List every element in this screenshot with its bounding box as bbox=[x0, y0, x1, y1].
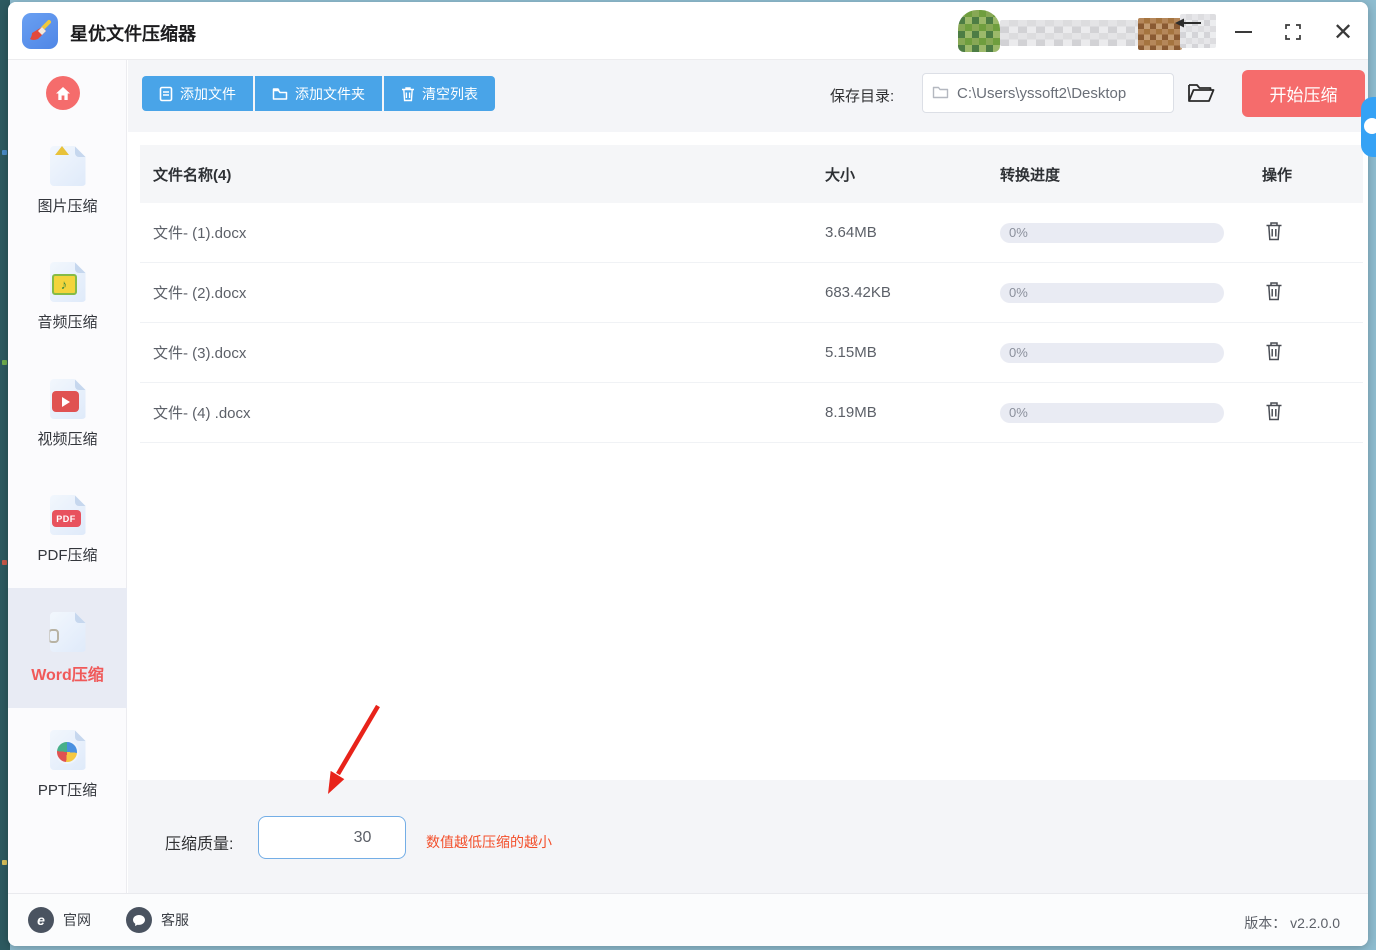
quality-hint: 数值越低压缩的越小 bbox=[426, 834, 552, 850]
header-action: 操作 bbox=[1262, 166, 1293, 184]
trash-icon bbox=[1266, 222, 1282, 241]
header-size: 大小 bbox=[825, 166, 856, 184]
file-name: 文件- (1).docx bbox=[153, 225, 247, 242]
quality-input[interactable] bbox=[259, 817, 405, 858]
user-avatar[interactable] bbox=[958, 10, 1000, 52]
audio-file-icon: ♪ bbox=[49, 262, 86, 302]
table-row: 文件- (1).docx 3.64MB 0% bbox=[140, 203, 1363, 263]
browser-e-icon: e bbox=[28, 907, 54, 933]
sidebar-item-label: 图片压缩 bbox=[37, 198, 98, 215]
file-name: 文件- (2).docx bbox=[153, 285, 247, 302]
sidebar: 图片压缩 ♪ 音频压缩 视频压缩 PDF PDF压缩 Word压缩 PPT压缩 bbox=[8, 60, 127, 893]
progress-value: 0% bbox=[1009, 405, 1028, 420]
file-actions-group: 添加文件 添加文件夹 清空列表 bbox=[142, 76, 495, 111]
file-name: 文件- (3).docx bbox=[153, 345, 247, 362]
save-dir-label: 保存目录: bbox=[830, 88, 895, 105]
add-file-button[interactable]: 添加文件 bbox=[142, 76, 253, 111]
clear-list-button[interactable]: 清空列表 bbox=[384, 76, 495, 111]
app-window: 星优文件压缩器 ✕ 图片压缩 ♪ 音频压缩 视频压缩 PDF PDF压缩 Wor… bbox=[8, 2, 1368, 946]
delete-file-button[interactable] bbox=[1262, 398, 1286, 427]
version-text: 版本： v2.2.0.0 bbox=[1244, 915, 1340, 931]
video-file-icon bbox=[49, 379, 86, 419]
app-logo-icon bbox=[22, 13, 58, 49]
delete-file-button[interactable] bbox=[1262, 218, 1286, 247]
progress-value: 0% bbox=[1009, 225, 1028, 240]
home-button[interactable] bbox=[46, 76, 80, 110]
official-website-link[interactable]: e 官网 bbox=[28, 907, 91, 933]
file-size: 683.42KB bbox=[825, 284, 891, 301]
file-size: 5.15MB bbox=[825, 344, 877, 361]
start-compress-button[interactable]: 开始压缩 bbox=[1242, 70, 1365, 117]
folder-small-icon bbox=[932, 86, 949, 99]
progress-bar: 0% bbox=[1000, 402, 1224, 423]
image-file-icon bbox=[49, 146, 86, 186]
sidebar-item-image-compress[interactable]: 图片压缩 bbox=[8, 146, 127, 216]
table-row: 文件- (2).docx 683.42KB 0% bbox=[140, 263, 1363, 323]
sidebar-item-label: PPT压缩 bbox=[37, 782, 98, 799]
header-progress: 转换进度 bbox=[1000, 166, 1061, 184]
trash-icon bbox=[402, 86, 414, 101]
back-arrow-icon bbox=[1175, 18, 1201, 28]
table-row: 文件- (4) .docx 8.19MB 0% bbox=[140, 383, 1363, 443]
file-name: 文件- (4) .docx bbox=[153, 405, 251, 422]
delete-file-button[interactable] bbox=[1262, 278, 1286, 307]
sidebar-item-label: 音频压缩 bbox=[37, 314, 98, 331]
sidebar-item-video-compress[interactable]: 视频压缩 bbox=[8, 379, 127, 449]
progress-value: 0% bbox=[1009, 345, 1028, 360]
file-size: 8.19MB bbox=[825, 404, 877, 421]
sidebar-item-ppt-compress[interactable]: PPT压缩 bbox=[8, 730, 127, 800]
sidebar-item-label: PDF压缩 bbox=[37, 547, 98, 564]
trash-icon bbox=[1266, 402, 1282, 421]
trash-icon bbox=[1266, 342, 1282, 361]
maximize-icon bbox=[1285, 24, 1301, 40]
quality-spinner bbox=[258, 816, 406, 859]
pdf-file-icon: PDF bbox=[49, 495, 86, 535]
customer-service-link[interactable]: 客服 bbox=[126, 907, 189, 933]
trash-icon bbox=[1266, 282, 1282, 301]
progress-bar: 0% bbox=[1000, 222, 1224, 243]
sidebar-item-label: Word压缩 bbox=[31, 667, 104, 684]
sidebar-item-word-compress[interactable]: Word压缩 bbox=[8, 612, 127, 685]
sidebar-item-pdf-compress[interactable]: PDF PDF压缩 bbox=[8, 495, 127, 565]
browse-folder-button[interactable] bbox=[1186, 80, 1216, 108]
footer: e 官网 客服 版本： v2.2.0.0 bbox=[8, 893, 1368, 946]
open-folder-icon bbox=[1188, 83, 1215, 102]
app-title: 星优文件压缩器 bbox=[70, 24, 196, 44]
sidebar-item-label: 视频压缩 bbox=[37, 431, 98, 448]
delete-file-button[interactable] bbox=[1262, 338, 1286, 367]
progress-value: 0% bbox=[1009, 285, 1028, 300]
quality-label: 压缩质量: bbox=[165, 836, 234, 853]
user-name-blurred bbox=[1000, 20, 1138, 46]
save-dir-input[interactable] bbox=[922, 73, 1174, 113]
add-folder-button[interactable]: 添加文件夹 bbox=[255, 76, 382, 111]
side-float-tab[interactable] bbox=[1361, 97, 1376, 157]
progress-bar: 0% bbox=[1000, 282, 1224, 303]
close-button[interactable]: ✕ bbox=[1328, 18, 1358, 46]
minimize-button[interactable] bbox=[1228, 18, 1258, 46]
progress-bar: 0% bbox=[1000, 342, 1224, 363]
file-table: 文件名称(4) 大小 转换进度 操作 文件- (1).docx 3.64MB 0… bbox=[140, 145, 1363, 443]
sidebar-item-audio-compress[interactable]: ♪ 音频压缩 bbox=[8, 262, 127, 332]
titlebar: 星优文件压缩器 ✕ bbox=[8, 2, 1368, 60]
word-file-icon bbox=[49, 612, 86, 652]
document-icon bbox=[159, 86, 173, 101]
home-icon bbox=[56, 86, 70, 100]
chat-bubble-icon bbox=[126, 907, 152, 933]
titlebar-extra-icon[interactable] bbox=[1175, 14, 1216, 48]
header-file-name: 文件名称(4) bbox=[153, 166, 232, 184]
main-panel: 添加文件 添加文件夹 清空列表 保存目录: C:\Users\yssoft2\D… bbox=[128, 60, 1368, 893]
ppt-file-icon bbox=[49, 730, 86, 770]
file-size: 3.64MB bbox=[825, 224, 877, 241]
table-header-row: 文件名称(4) 大小 转换进度 操作 bbox=[140, 145, 1363, 203]
table-row: 文件- (3).docx 5.15MB 0% bbox=[140, 323, 1363, 383]
maximize-button[interactable] bbox=[1278, 18, 1308, 46]
folder-icon bbox=[272, 87, 288, 100]
